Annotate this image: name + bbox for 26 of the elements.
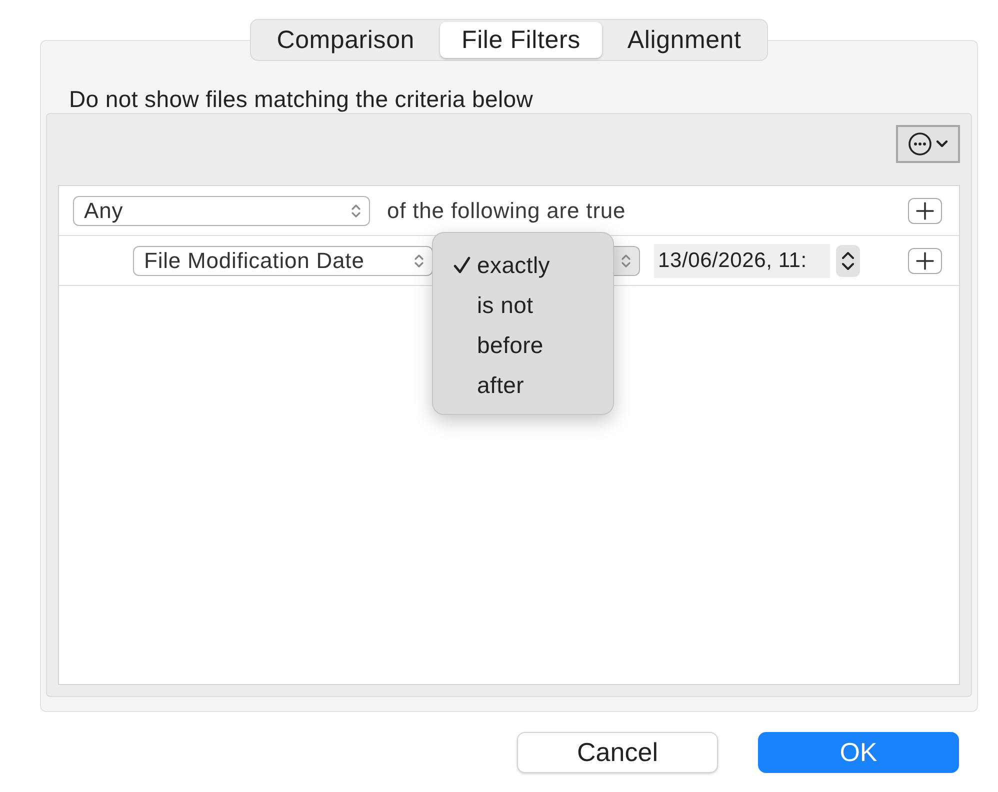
updown-chevron-icon (414, 252, 424, 268)
add-rule-button[interactable] (908, 248, 942, 274)
rule-header-text: of the following are true (387, 197, 626, 225)
plus-icon (916, 252, 934, 270)
attribute-popup[interactable]: File Modification Date (133, 246, 433, 276)
cancel-button[interactable]: Cancel (517, 732, 718, 773)
menu-item[interactable]: exactly (433, 245, 613, 285)
menu-item[interactable]: is not (433, 285, 613, 325)
add-rule-button[interactable] (908, 198, 942, 224)
description-text: Do not show files matching the criteria below (69, 86, 534, 112)
updown-chevron-icon (351, 202, 361, 218)
date-field[interactable]: 13/06/2026, 11: (654, 244, 830, 278)
tab[interactable]: Comparison (254, 22, 436, 58)
ok-button[interactable]: OK (758, 732, 959, 773)
menu-item[interactable]: before (433, 325, 613, 365)
date-stepper[interactable] (836, 244, 860, 276)
tab[interactable]: File Filters (440, 22, 602, 58)
checkmark-icon (453, 256, 471, 274)
match-popup[interactable]: Any (73, 196, 370, 226)
more-options-button[interactable] (896, 125, 960, 163)
plus-icon (916, 202, 934, 220)
chevron-down-icon (936, 140, 948, 148)
menu-item[interactable]: after (433, 365, 613, 405)
updown-chevron-icon (621, 252, 631, 268)
tab[interactable]: Alignment (605, 22, 764, 58)
ellipsis-circle-icon (908, 132, 932, 156)
